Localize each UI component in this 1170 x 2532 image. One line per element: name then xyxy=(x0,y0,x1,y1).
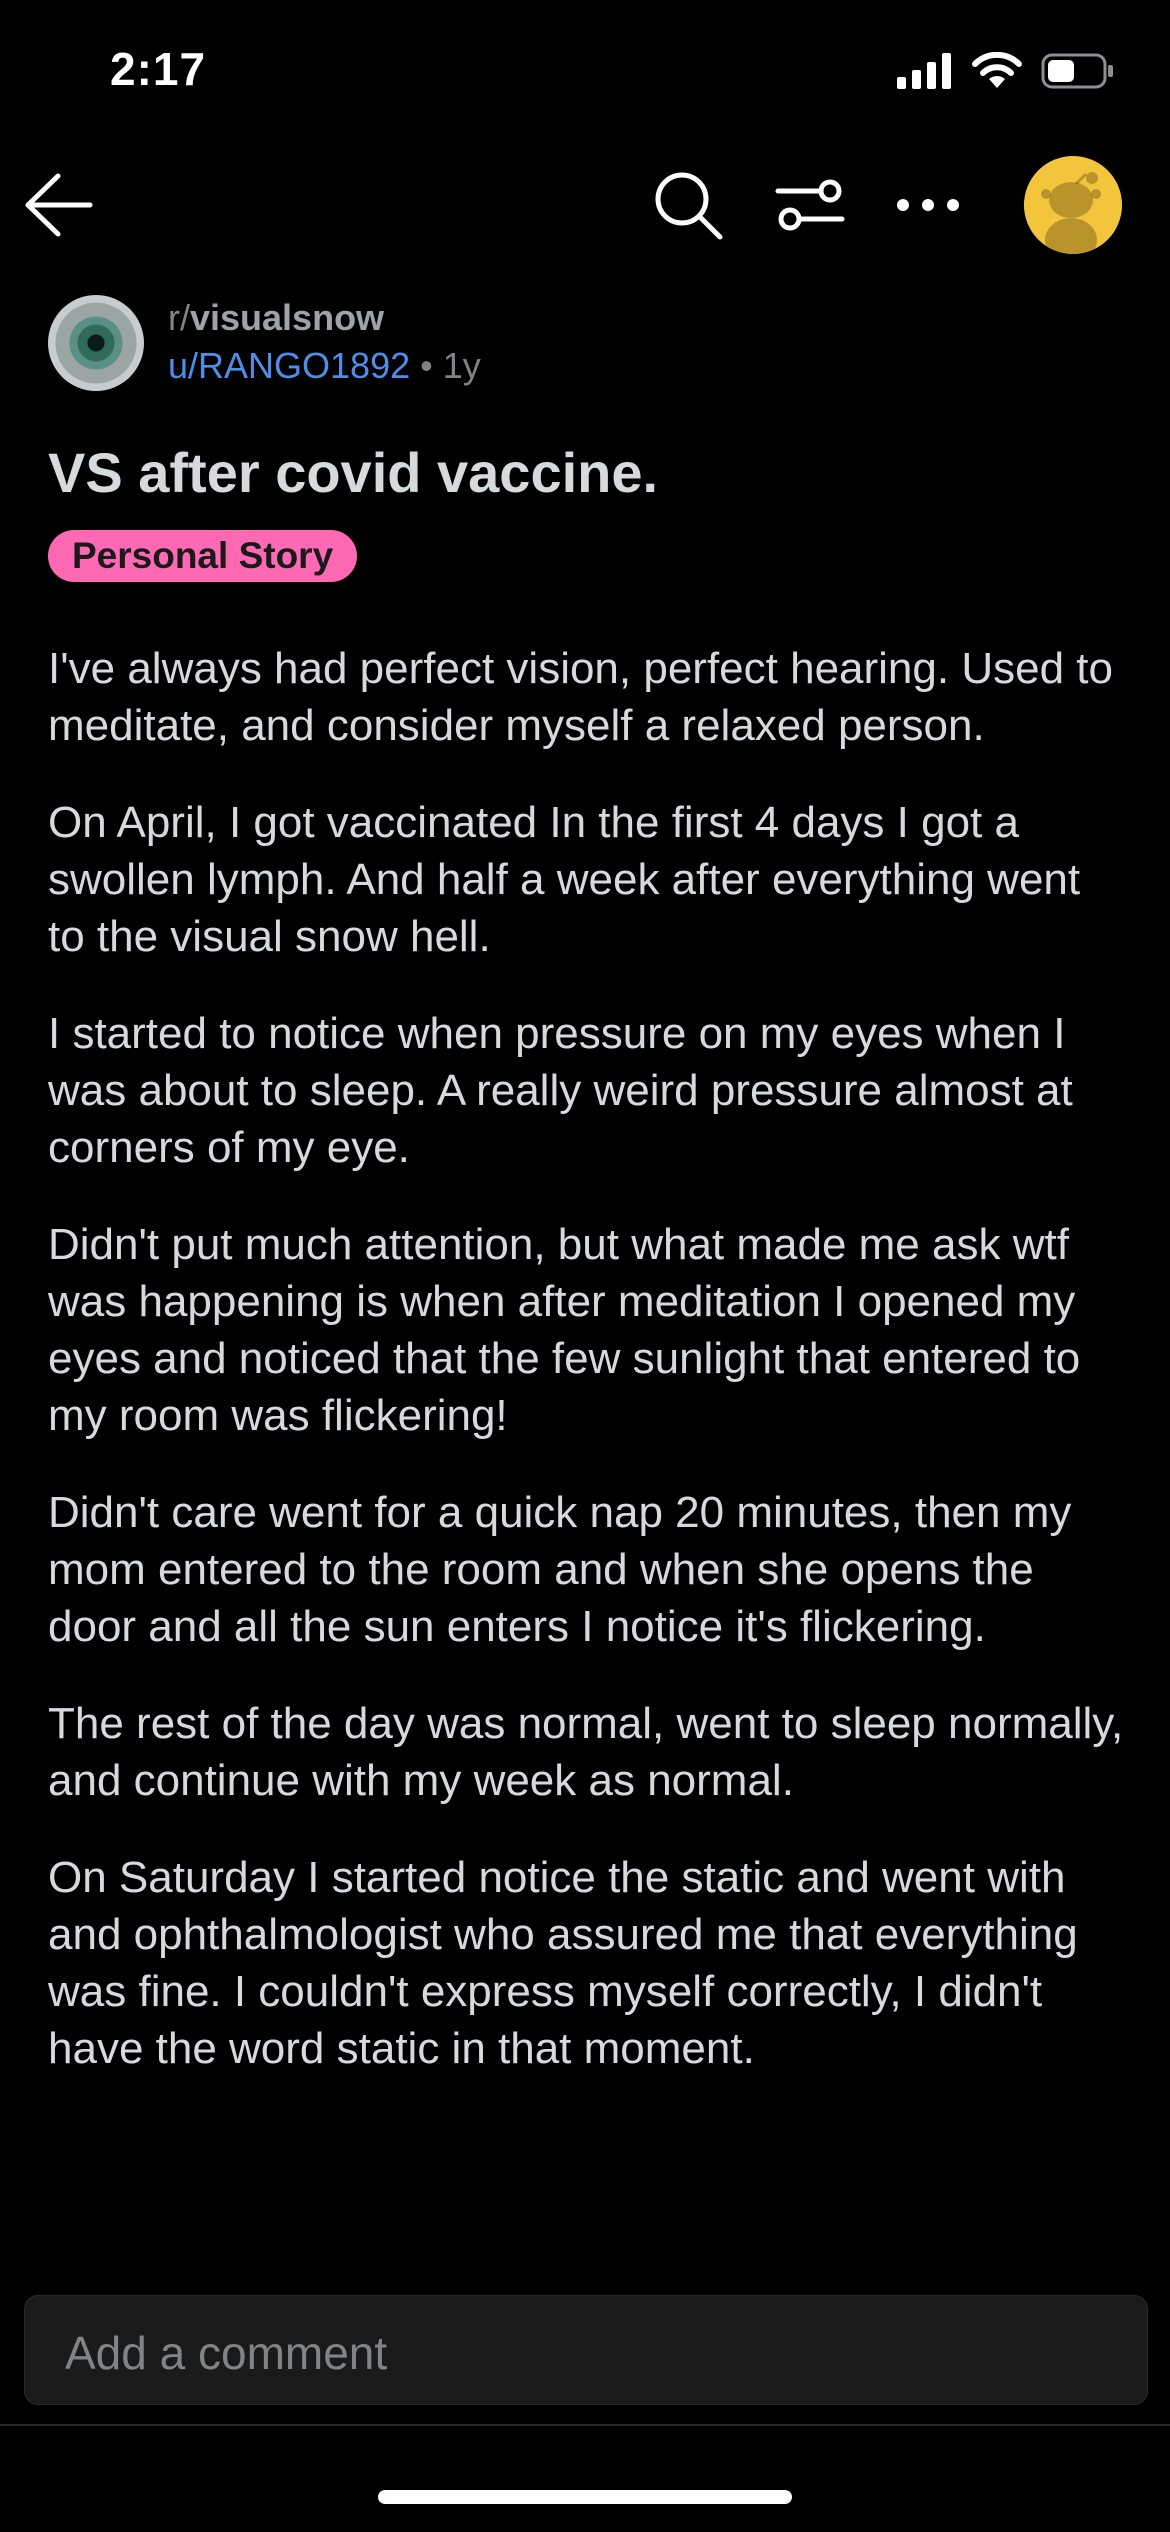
post-flair[interactable]: Personal Story xyxy=(48,530,358,582)
post-screen: 2:17 r/visualsnow u/RANGO1892 • 1y VS af… xyxy=(0,0,1170,2532)
search-icon xyxy=(655,172,723,240)
comment-placeholder: Add a comment xyxy=(65,2327,388,2379)
post-paragraph: On Saturday I started notice the static … xyxy=(48,1853,1078,2073)
status-time: 2:17 xyxy=(110,43,207,95)
status-icons xyxy=(897,52,1115,90)
post-meta: r/visualsnow u/RANGO1892 • 1y xyxy=(48,295,1118,395)
more-icon xyxy=(897,199,959,211)
back-arrow-icon xyxy=(25,173,93,237)
user-avatar-button[interactable] xyxy=(1024,156,1122,254)
status-bar: 2:17 xyxy=(0,0,1170,150)
post-paragraph: Didn't care went for a quick nap 20 minu… xyxy=(48,1488,1072,1651)
meta-separator: • xyxy=(420,345,433,386)
sort-filter-button[interactable] xyxy=(770,162,850,248)
author-line: u/RANGO1892 • 1y xyxy=(168,345,481,387)
subreddit-link[interactable]: r/visualsnow xyxy=(168,297,384,339)
post-title: VS after covid vaccine. xyxy=(48,441,659,504)
post-age: 1y xyxy=(442,345,481,386)
snoo-avatar-icon xyxy=(1024,156,1122,254)
post-paragraph: The rest of the day was normal, went to … xyxy=(48,1699,1124,1805)
back-button[interactable] xyxy=(18,162,98,248)
cellular-signal-icon xyxy=(897,53,951,89)
add-comment-input[interactable]: Add a comment xyxy=(24,2295,1148,2405)
post-paragraph: I've always had perfect vision, perfect … xyxy=(48,644,1113,750)
post-paragraph: Didn't put much attention, but what made… xyxy=(48,1220,1081,1440)
search-button[interactable] xyxy=(648,162,728,248)
home-indicator[interactable] xyxy=(378,2490,792,2504)
more-options-button[interactable] xyxy=(888,162,968,248)
post-paragraph: I started to notice when pressure on my … xyxy=(48,1009,1073,1172)
subreddit-name: visualsnow xyxy=(190,297,385,338)
author-username[interactable]: u/RANGO1892 xyxy=(168,345,410,386)
post-body: I've always had perfect vision, perfect … xyxy=(48,640,1128,2117)
battery-icon xyxy=(1041,53,1113,89)
subreddit-avatar[interactable] xyxy=(48,295,144,391)
post-toolbar xyxy=(0,150,1170,260)
filter-icon xyxy=(775,179,845,231)
post-paragraph: On April, I got vaccinated In the first … xyxy=(48,798,1081,961)
subreddit-prefix: r/ xyxy=(168,297,190,338)
bottom-divider xyxy=(0,2424,1170,2426)
wifi-icon xyxy=(972,52,1022,88)
